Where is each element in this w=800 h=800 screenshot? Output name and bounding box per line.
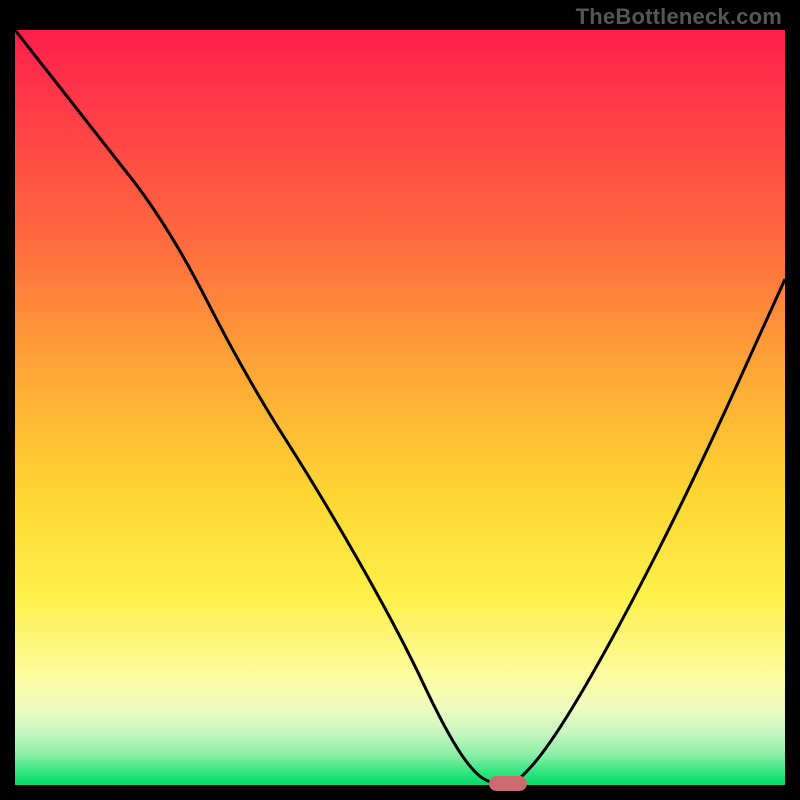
- optimal-marker: [489, 776, 527, 791]
- plot-area: [15, 30, 785, 785]
- bottleneck-curve: [15, 30, 785, 785]
- curve-path: [15, 30, 785, 785]
- chart-frame: TheBottleneck.com: [0, 0, 800, 800]
- attribution-text: TheBottleneck.com: [576, 4, 782, 30]
